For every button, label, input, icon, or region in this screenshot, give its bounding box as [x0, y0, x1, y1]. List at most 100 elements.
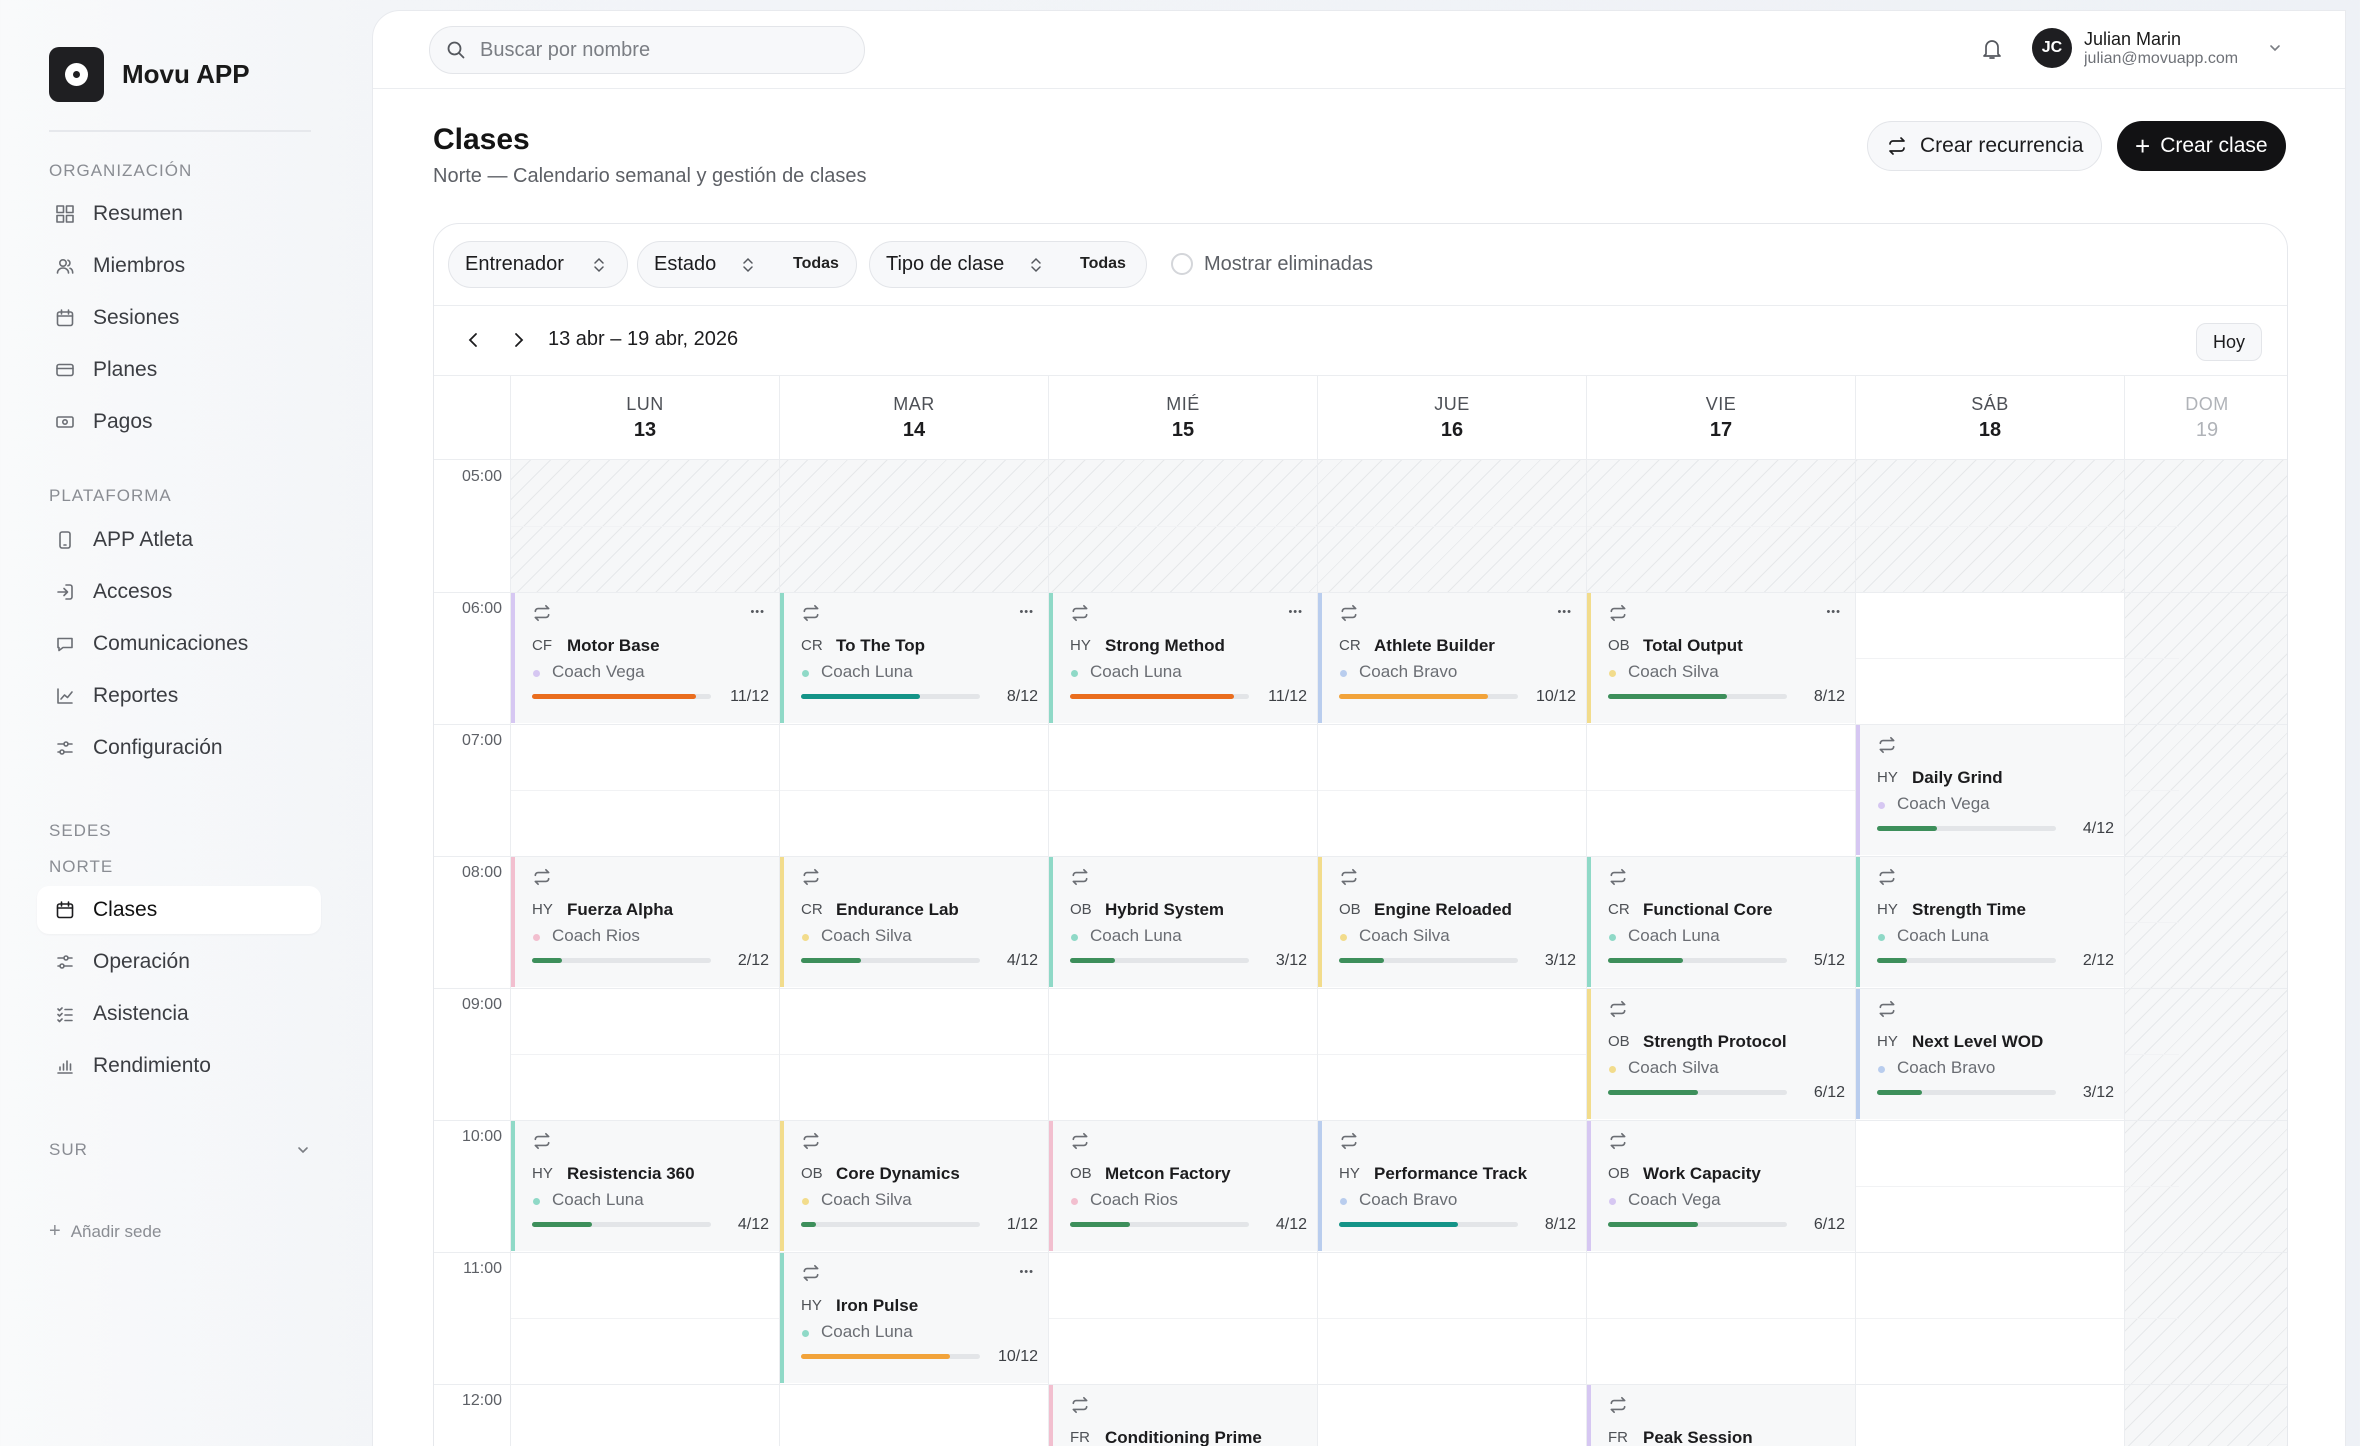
more-options-icon[interactable]: ••• — [750, 607, 765, 618]
capacity-count: 8/12 — [1544, 1216, 1576, 1233]
more-options-icon[interactable]: ••• — [1019, 607, 1034, 618]
sidebar-item-app-atleta[interactable]: APP Atleta — [37, 516, 321, 564]
class-event[interactable]: ••• CR Athlete Builder Coach Bravo 10/12 — [1318, 593, 1586, 723]
create-recurrence-button[interactable]: Crear recurrencia — [1867, 121, 2103, 171]
sede-sur-toggle[interactable]: SUR — [49, 1140, 311, 1160]
capacity-count: 11/12 — [1268, 688, 1307, 705]
class-type-filter[interactable]: Tipo de clase Todas — [869, 241, 1147, 288]
coach-color-dot — [802, 1198, 809, 1205]
sidebar-item-operaci-n[interactable]: Operación — [37, 938, 321, 986]
class-type-code: CR — [1608, 901, 1630, 918]
class-event[interactable]: HY Fuerza Alpha Coach Rios 2/12 — [511, 857, 779, 987]
day-header-vie[interactable]: VIE 17 — [1586, 376, 1855, 460]
capacity-fill — [1877, 826, 1937, 831]
day-header-jue[interactable]: JUE 16 — [1317, 376, 1586, 460]
class-title: Next Level WOD — [1912, 1032, 2044, 1051]
search-box[interactable] — [429, 26, 865, 74]
day-header-lun[interactable]: LUN 13 — [510, 376, 779, 460]
class-event[interactable]: CR Functional Core Coach Luna 5/12 — [1587, 857, 1855, 987]
day-header-mié[interactable]: MIÉ 15 — [1048, 376, 1317, 460]
more-options-icon[interactable]: ••• — [1557, 607, 1572, 618]
class-event[interactable]: ••• CF Motor Base Coach Vega 11/12 — [511, 593, 779, 723]
more-options-icon[interactable]: ••• — [1826, 607, 1841, 618]
capacity-fill — [801, 1354, 950, 1359]
status-filter[interactable]: Estado Todas — [637, 241, 857, 288]
sidebar-item-miembros[interactable]: Miembros — [37, 242, 321, 290]
sidebar-item-resumen[interactable]: Resumen — [37, 190, 321, 238]
class-event[interactable]: FR Conditioning Prime — [1049, 1385, 1317, 1446]
add-sede-button[interactable]: + Añadir sede — [49, 1220, 161, 1243]
page-title: Clases — [433, 123, 530, 156]
class-title: Total Output — [1643, 636, 1743, 655]
class-event[interactable]: HY Daily Grind Coach Vega 4/12 — [1856, 725, 2124, 855]
repeat-icon — [1608, 867, 1628, 892]
prev-week-button[interactable] — [464, 330, 484, 350]
coach-name: Coach Vega — [1628, 1190, 1721, 1209]
class-type-code: OB — [1070, 1165, 1092, 1182]
show-deleted-checkbox[interactable] — [1171, 253, 1193, 275]
topbar: JC Julian Marin julian@movuapp.com — [373, 11, 2345, 89]
sliders-icon — [57, 955, 73, 969]
trainer-filter[interactable]: Entrenador — [448, 241, 628, 288]
class-type-code: HY — [532, 901, 553, 918]
class-event[interactable]: OB Engine Reloaded Coach Silva 3/12 — [1318, 857, 1586, 987]
coach-name: Coach Rios — [552, 926, 640, 945]
column-line — [2124, 376, 2125, 1446]
class-event[interactable]: ••• HY Iron Pulse Coach Luna 10/12 — [780, 1253, 1048, 1383]
class-event[interactable]: FR Peak Session — [1587, 1385, 1855, 1446]
notifications-button[interactable] — [1981, 37, 2003, 66]
coach-name: Coach Bravo — [1897, 1058, 1996, 1077]
class-title: Conditioning Prime — [1105, 1428, 1262, 1446]
coach-name: Coach Luna — [552, 1190, 644, 1209]
sidebar-item-rendimiento[interactable]: Rendimiento — [37, 1042, 321, 1090]
time-label: 07:00 — [461, 732, 502, 749]
search-input[interactable] — [480, 38, 840, 62]
class-event[interactable]: HY Performance Track Coach Bravo 8/12 — [1318, 1121, 1586, 1251]
class-event[interactable]: ••• CR To The Top Coach Luna 8/12 — [780, 593, 1048, 723]
users-icon — [56, 258, 74, 274]
class-event[interactable]: HY Next Level WOD Coach Bravo 3/12 — [1856, 989, 2124, 1119]
class-event[interactable]: ••• HY Strong Method Coach Luna 11/12 — [1049, 593, 1317, 723]
brand[interactable]: Movu APP — [49, 47, 250, 102]
class-event[interactable]: OB Core Dynamics Coach Silva 1/12 — [780, 1121, 1048, 1251]
day-header-mar[interactable]: MAR 14 — [779, 376, 1048, 460]
class-event[interactable]: HY Strength Time Coach Luna 2/12 — [1856, 857, 2124, 987]
sidebar-item-comunicaciones[interactable]: Comunicaciones — [37, 620, 321, 668]
card-icon — [56, 363, 74, 377]
class-event[interactable]: OB Hybrid System Coach Luna 3/12 — [1049, 857, 1317, 987]
time-label: 12:00 — [461, 1392, 502, 1409]
sidebar-item-configuraci-n[interactable]: Configuración — [37, 724, 321, 772]
class-event[interactable]: OB Strength Protocol Coach Silva 6/12 — [1587, 989, 1855, 1119]
class-title: Hybrid System — [1105, 900, 1225, 919]
sidebar-item-asistencia[interactable]: Asistencia — [37, 990, 321, 1038]
sidebar-item-pagos[interactable]: Pagos — [37, 398, 321, 446]
hour-line — [434, 1252, 2287, 1253]
sidebar-item-reportes[interactable]: Reportes — [37, 672, 321, 720]
coach-color-dot — [1609, 1066, 1616, 1073]
class-event[interactable]: OB Work Capacity Coach Vega 6/12 — [1587, 1121, 1855, 1251]
coach-color-dot — [1609, 670, 1616, 677]
more-options-icon[interactable]: ••• — [1288, 607, 1303, 618]
day-date: 14 — [902, 419, 926, 441]
class-event[interactable]: CR Endurance Lab Coach Silva 4/12 — [780, 857, 1048, 987]
capacity-fill — [1070, 1222, 1130, 1227]
day-header-dom[interactable]: DOM 19 — [2124, 376, 2287, 460]
create-class-button[interactable]: + Crear clase — [2117, 121, 2286, 171]
sidebar-item-accesos[interactable]: Accesos — [37, 568, 321, 616]
capacity-fill — [1339, 958, 1384, 963]
next-week-button[interactable] — [508, 330, 528, 350]
avatar: JC — [2032, 28, 2072, 68]
more-options-icon[interactable]: ••• — [1019, 1267, 1034, 1278]
sidebar-item-planes[interactable]: Planes — [37, 346, 321, 394]
class-title: Athlete Builder — [1374, 636, 1495, 655]
class-event[interactable]: HY Resistencia 360 Coach Luna 4/12 — [511, 1121, 779, 1251]
sidebar-item-sesiones[interactable]: Sesiones — [37, 294, 321, 342]
class-event[interactable]: OB Metcon Factory Coach Rios 4/12 — [1049, 1121, 1317, 1251]
hour-line — [434, 1384, 2287, 1385]
main-panel: JC Julian Marin julian@movuapp.com Clase… — [372, 10, 2346, 1446]
class-event[interactable]: ••• OB Total Output Coach Silva 8/12 — [1587, 593, 1855, 723]
sidebar-item-clases[interactable]: Clases — [37, 886, 321, 934]
today-button[interactable]: Hoy — [2196, 323, 2262, 361]
day-header-sáb[interactable]: SÁB 18 — [1855, 376, 2124, 460]
user-menu[interactable]: JC Julian Marin julian@movuapp.com — [2032, 28, 2282, 68]
